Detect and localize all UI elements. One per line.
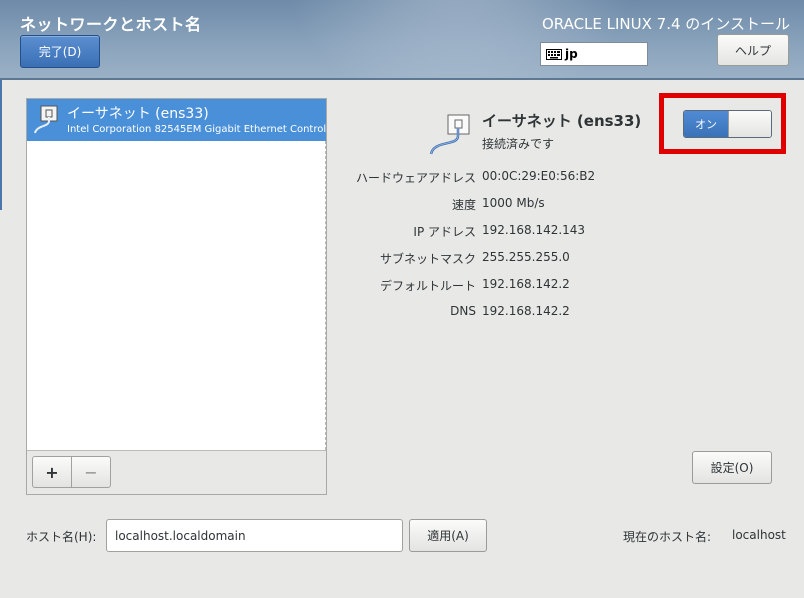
property-label: DNS [450, 304, 476, 318]
connection-toggle[interactable]: オン [683, 110, 772, 138]
property-value: 192.168.142.2 [482, 304, 570, 318]
property-row: サブネットマスク 255.255.255.0 [300, 250, 800, 268]
property-value: 192.168.142.2 [482, 277, 570, 291]
done-button[interactable]: 完了(D) [20, 35, 100, 68]
property-label: IP アドレス [413, 225, 476, 239]
property-label: ハードウェアアドレス [355, 171, 476, 185]
page-title: ネットワークとホスト名 [20, 15, 202, 34]
current-hostname-value: localhost [732, 528, 786, 542]
device-title: イーサネット (ens33) [482, 112, 642, 130]
window-edge [0, 80, 2, 210]
ethernet-icon [33, 105, 61, 135]
property-label: サブネットマスク [379, 252, 476, 266]
device-name: イーサネット (ens33) [67, 106, 209, 122]
property-label: 速度 [451, 198, 476, 212]
property-row: IP アドレス 192.168.142.143 [300, 223, 800, 241]
property-value: 255.255.255.0 [482, 250, 570, 264]
property-value: 192.168.142.143 [482, 223, 586, 237]
ethernet-icon [428, 114, 478, 156]
property-label: デフォルトルート [379, 279, 476, 293]
list-scroll-edge [325, 141, 326, 450]
remove-device-button[interactable]: − [71, 456, 111, 488]
toggle-knob [728, 111, 771, 137]
keyboard-layout-indicator[interactable]: jp [540, 42, 648, 66]
hostname-label: ホスト名(H): [26, 530, 97, 544]
hostname-input[interactable] [106, 519, 403, 552]
connection-status: 接続済みです [482, 137, 555, 151]
property-row: デフォルトルート 192.168.142.2 [300, 277, 800, 295]
apply-button[interactable]: 適用(A) [409, 519, 487, 552]
property-row: ハードウェアアドレス 00:0C:29:E0:56:B2 [300, 169, 800, 187]
keyboard-layout-label: jp [565, 47, 578, 61]
property-row: 速度 1000 Mb/s [300, 196, 800, 214]
device-list-item[interactable]: イーサネット (ens33) Intel Corporation 82545EM… [27, 99, 326, 141]
install-title: ORACLE LINUX 7.4 のインストール [541, 15, 790, 33]
keyboard-icon [546, 48, 562, 60]
help-button[interactable]: ヘルプ [717, 34, 789, 66]
property-row: DNS 192.168.142.2 [300, 304, 800, 322]
property-value: 00:0C:29:E0:56:B2 [482, 169, 596, 183]
current-hostname-label: 現在のホスト名: [623, 530, 712, 544]
settings-button[interactable]: 設定(O) [692, 451, 772, 484]
toggle-on-label: オン [684, 111, 728, 137]
device-list-panel: イーサネット (ens33) Intel Corporation 82545EM… [26, 98, 327, 495]
header-divider [0, 78, 804, 80]
device-list-toolbar: + − [27, 450, 326, 494]
add-device-button[interactable]: + [32, 456, 72, 488]
device-description: Intel Corporation 82545EM Gigabit Ethern… [67, 124, 326, 135]
property-value: 1000 Mb/s [482, 196, 545, 210]
header-light-rays [280, 0, 640, 80]
